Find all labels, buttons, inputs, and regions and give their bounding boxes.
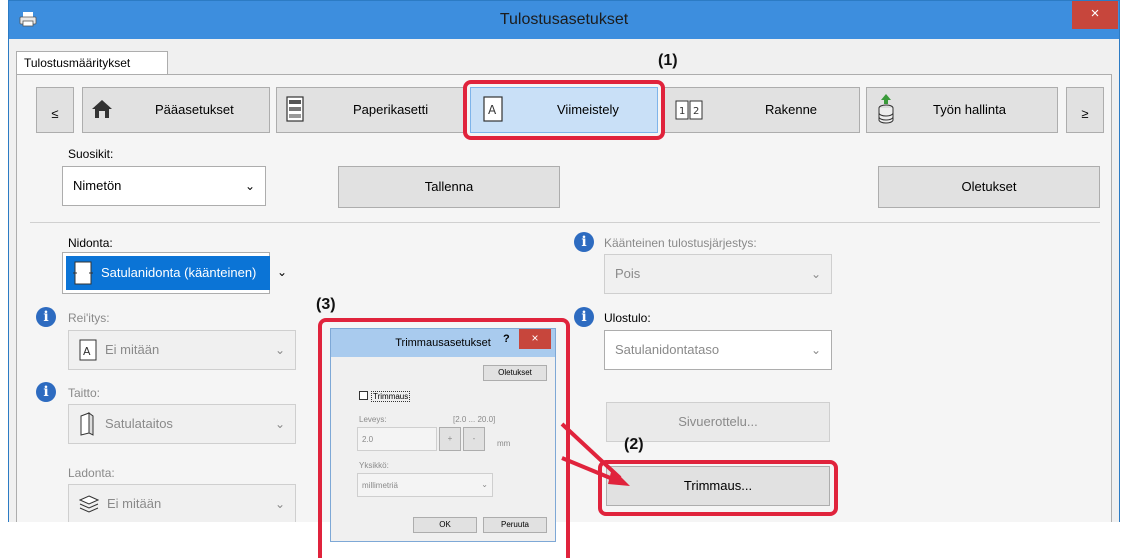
- chevron-down-icon: ⌄: [481, 480, 488, 489]
- svg-text:1: 1: [679, 106, 685, 117]
- printer-icon: [19, 12, 37, 27]
- width-range: [2.0 ... 20.0]: [453, 415, 496, 424]
- nav-layout[interactable]: 1 2 Rakenne: [664, 87, 860, 133]
- binding-select[interactable]: Satulanidonta (käänteinen) ⌄: [62, 252, 287, 294]
- nav-main-settings[interactable]: Pääasetukset: [82, 87, 270, 133]
- fold-select[interactable]: Satulataitos ⌄: [68, 404, 296, 444]
- saddle-fold-icon: [80, 412, 94, 436]
- reverse-order-label: Käänteinen tulostusjärjestys:: [604, 236, 757, 250]
- title-bar: Tulostusasetukset ×: [9, 1, 1119, 39]
- nav-next-button[interactable]: ≥: [1066, 87, 1104, 133]
- trimming-dialog: Trimmausasetukset ? × Oletukset Trimmaus…: [330, 328, 556, 542]
- paper-tray-icon: [286, 96, 304, 122]
- info-icon[interactable]: i: [574, 307, 594, 327]
- punch-select[interactable]: A Ei mitään ⌄: [68, 330, 296, 370]
- chevron-down-icon: ⌄: [810, 267, 821, 281]
- output-select[interactable]: Satulanidontataso ⌄: [604, 330, 832, 370]
- offset-select[interactable]: Ei mitään ⌄: [68, 484, 296, 522]
- offset-label: Ladonta:: [68, 466, 115, 480]
- nav-paper-tray[interactable]: Paperikasetti: [276, 87, 464, 133]
- width-input[interactable]: 2.0: [357, 427, 437, 451]
- fold-label: Taitto:: [68, 386, 101, 400]
- info-icon[interactable]: i: [36, 382, 56, 402]
- chevron-down-icon: ⌄: [274, 343, 285, 357]
- trimming-checkbox-label: Trimmaus: [371, 391, 411, 402]
- chevron-down-icon: ⌄: [274, 497, 285, 511]
- info-icon[interactable]: i: [36, 307, 56, 327]
- callout-arrow: [560, 422, 630, 486]
- nav-label: Paperikasetti: [353, 102, 429, 117]
- favorites-label: Suosikit:: [68, 147, 114, 161]
- tab-print-settings[interactable]: Tulostusmääritykset: [16, 51, 168, 75]
- nav-label: Pääasetukset: [155, 102, 234, 117]
- decrease-button[interactable]: -: [463, 427, 485, 451]
- chevron-down-icon: ⌄: [810, 343, 821, 357]
- output-label: Ulostulo:: [604, 311, 651, 325]
- stack-icon: [79, 495, 99, 513]
- callout-1-box: [463, 80, 665, 140]
- cancel-button[interactable]: Peruuta: [483, 517, 547, 533]
- increase-button[interactable]: +: [439, 427, 461, 451]
- close-button[interactable]: ×: [1072, 1, 1118, 29]
- binding-label: Nidonta:: [68, 236, 113, 250]
- unit-label: Yksikkö:: [359, 461, 389, 470]
- layout-icon: 1 2: [675, 100, 703, 120]
- punch-label: Rei'itys:: [68, 311, 110, 325]
- nav-label: Työn hallinta: [933, 102, 1006, 117]
- nav-job-handling[interactable]: Työn hallinta: [866, 87, 1058, 133]
- chevron-down-icon: ⌄: [244, 179, 255, 193]
- punch-icon: A: [79, 339, 97, 361]
- nav-label: Rakenne: [765, 102, 818, 117]
- trimming-checkbox[interactable]: [359, 391, 368, 400]
- defaults-button[interactable]: Oletukset: [878, 166, 1100, 208]
- callout-3-label: (3): [316, 296, 336, 313]
- dialog-defaults-button[interactable]: Oletukset: [483, 365, 547, 381]
- home-icon: [92, 100, 112, 118]
- info-icon[interactable]: i: [574, 232, 594, 252]
- svg-text:2: 2: [693, 106, 699, 117]
- chevron-down-icon: ⌄: [274, 417, 285, 431]
- favorites-select[interactable]: Nimetön ⌄: [62, 166, 266, 206]
- saddle-stitch-icon: [73, 261, 93, 285]
- callout-1-label: (1): [658, 52, 678, 69]
- svg-text:A: A: [83, 345, 91, 358]
- ok-button[interactable]: OK: [413, 517, 477, 533]
- chevron-down-icon: ⌄: [277, 265, 288, 279]
- dialog-title-bar: Trimmausasetukset ? ×: [331, 329, 555, 357]
- unit-select[interactable]: millimetriä ⌄: [357, 473, 493, 497]
- reverse-order-select[interactable]: Pois ⌄: [604, 254, 832, 294]
- save-button[interactable]: Tallenna: [338, 166, 560, 208]
- job-handling-icon: [878, 94, 894, 124]
- help-button[interactable]: ?: [503, 333, 510, 345]
- dialog-close-button[interactable]: ×: [519, 329, 551, 349]
- width-label: Leveys:: [359, 415, 387, 424]
- unit-suffix: mm: [497, 439, 511, 448]
- window-title: Tulostusasetukset: [499, 11, 629, 28]
- nav-prev-button[interactable]: ≤: [36, 87, 74, 133]
- divider: [30, 222, 1100, 223]
